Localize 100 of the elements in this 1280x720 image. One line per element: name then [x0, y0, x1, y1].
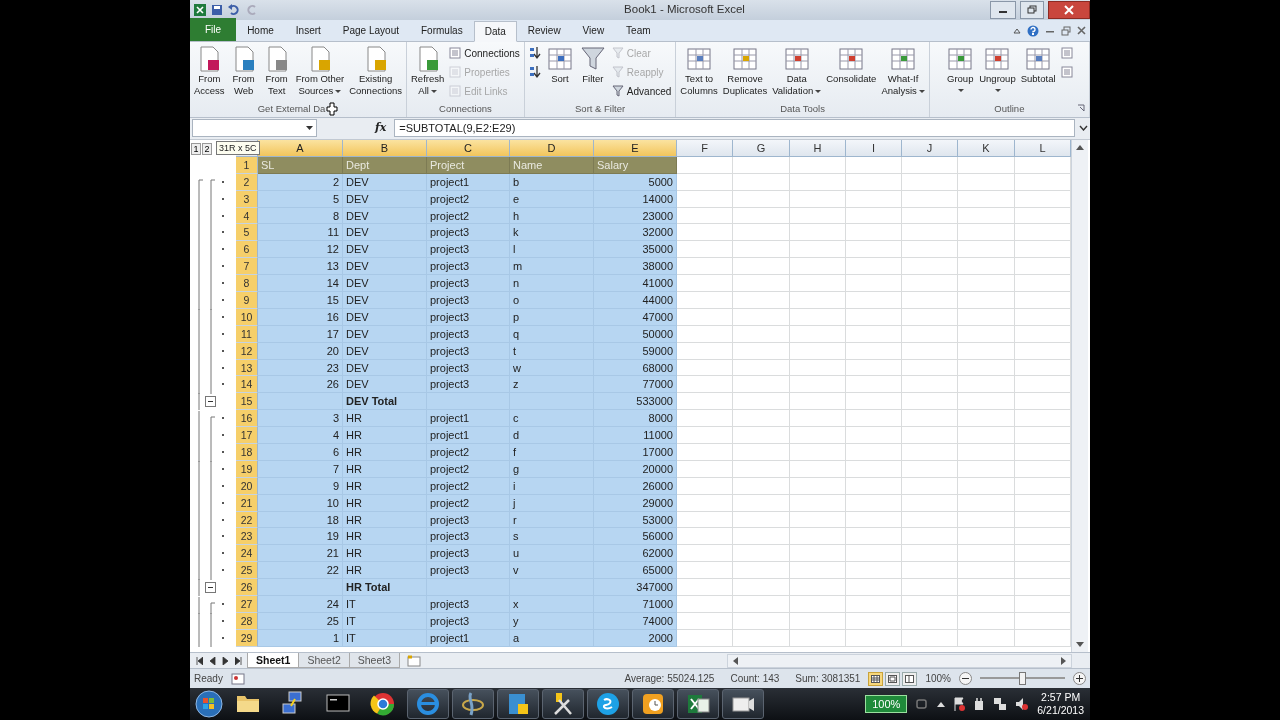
table-cell: [790, 325, 846, 343]
close-icon[interactable]: [1077, 26, 1086, 36]
table-cell: l: [510, 241, 594, 259]
ribbon-button[interactable]: From Other Sources: [293, 43, 347, 98]
ribbon-button[interactable]: Filter: [576, 43, 609, 86]
row-header[interactable]: 5: [236, 224, 258, 242]
minimize-button[interactable]: [990, 1, 1016, 19]
row-header[interactable]: 14: [236, 376, 258, 394]
restore-button[interactable]: [1020, 1, 1044, 19]
ribbon-tab[interactable]: Insert: [284, 19, 332, 41]
outline-level-button[interactable]: 2: [202, 142, 212, 155]
collapse-ribbon-icon[interactable]: [1013, 27, 1021, 34]
ribbon-tab[interactable]: Home: [236, 19, 285, 41]
zoom-in-button[interactable]: [1073, 672, 1086, 686]
table-cell: [846, 207, 902, 225]
taskbar-button[interactable]: [452, 689, 494, 719]
taskbar-button[interactable]: [542, 689, 584, 719]
ribbon-button[interactable]: Data Validation: [770, 43, 824, 98]
battery-indicator[interactable]: 100%: [865, 695, 908, 713]
collapse-button[interactable]: [205, 582, 216, 594]
start-button-icon[interactable]: [194, 689, 224, 719]
clock[interactable]: 2:57 PM 6/21/2013: [1037, 691, 1084, 717]
ribbon-button[interactable]: Connections: [447, 44, 522, 62]
collapse-button[interactable]: [205, 396, 216, 408]
sheet-previous-icon[interactable]: [209, 656, 216, 665]
power-icon[interactable]: [973, 697, 986, 711]
table-cell: [958, 342, 1015, 360]
vertical-scrollbar[interactable]: [1071, 139, 1088, 653]
ribbon-button[interactable]: What-If Analysis: [879, 43, 927, 98]
row-header[interactable]: 16: [236, 410, 258, 428]
close-button[interactable]: [1048, 1, 1090, 19]
ribbon-button[interactable]: Text to Columns: [678, 43, 720, 98]
macro-recording-icon[interactable]: [230, 672, 245, 685]
sheet-tab[interactable]: Sheet3: [348, 653, 400, 669]
speaker-icon[interactable]: [1015, 697, 1030, 711]
view-button[interactable]: [885, 671, 901, 686]
ribbon-tab[interactable]: View: [571, 19, 616, 41]
row-header[interactable]: 6: [236, 241, 258, 259]
row-header[interactable]: 26: [236, 579, 258, 596]
ribbon-tab[interactable]: Page Layout: [331, 19, 410, 41]
view-button[interactable]: [902, 671, 918, 686]
save-icon[interactable]: [211, 4, 223, 16]
taskbar-button[interactable]: [722, 689, 764, 719]
ribbon-button[interactable]: Advanced: [609, 82, 674, 100]
flag-icon[interactable]: [953, 697, 966, 711]
table-cell: [677, 308, 733, 326]
ribbon-button[interactable]: Sort: [543, 43, 576, 86]
ribbon-button[interactable]: Group: [944, 43, 977, 96]
row-header[interactable]: 23: [236, 528, 258, 546]
ribbon-button[interactable]: Ungroup: [977, 43, 1018, 96]
zoom-slider-thumb[interactable]: [1018, 672, 1026, 686]
table-cell: [733, 511, 790, 529]
row-header[interactable]: 17: [236, 427, 258, 444]
undo-icon[interactable]: [227, 4, 241, 16]
view-button[interactable]: [868, 671, 884, 686]
taskbar-button[interactable]: [497, 689, 539, 719]
sheet-first-icon[interactable]: [196, 656, 203, 665]
help-icon[interactable]: [1027, 24, 1039, 37]
sheet-tab[interactable]: Sheet1: [247, 653, 300, 669]
taskbar-button[interactable]: [587, 689, 629, 719]
ribbon-tab[interactable]: Formulas: [410, 19, 474, 41]
ribbon-button[interactable]: Subtotal: [1018, 43, 1058, 86]
zoom-out-button[interactable]: [959, 672, 972, 686]
row-header[interactable]: 15: [236, 393, 258, 411]
formula-field[interactable]: =SUBTOTAL(9,E2:E29): [394, 119, 1075, 138]
sheet-tab[interactable]: Sheet2: [298, 653, 350, 669]
table-cell: [733, 393, 790, 411]
ribbon-button[interactable]: From Text: [260, 43, 293, 98]
network-status-icon[interactable]: [993, 697, 1008, 711]
ribbon-button[interactable]: Refresh All: [409, 43, 447, 98]
taskbar-button[interactable]: [677, 689, 719, 719]
table-cell: [790, 443, 846, 461]
taskbar-button[interactable]: [632, 689, 674, 719]
ribbon-button[interactable]: From Access: [192, 43, 227, 98]
row-header[interactable]: 25: [236, 562, 258, 580]
ribbon-tab[interactable]: Data: [473, 20, 517, 42]
sheet-last-icon[interactable]: [235, 656, 242, 665]
ribbon-tab[interactable]: File: [190, 17, 237, 41]
sheet-next-icon[interactable]: [222, 656, 229, 665]
table-cell: 22: [258, 562, 343, 580]
table-cell: [846, 629, 902, 647]
function-label[interactable]: fx: [371, 120, 391, 137]
ribbon-button[interactable]: Consolidate: [824, 43, 879, 86]
horizontal-scrollbar[interactable]: [727, 653, 1072, 668]
table-cell: [846, 393, 902, 411]
row-header[interactable]: 8: [236, 275, 258, 292]
zoom-level[interactable]: 100%: [925, 671, 951, 687]
left-arrow-icon: [733, 656, 738, 665]
row-header[interactable]: 7: [236, 258, 258, 276]
ribbon-tab[interactable]: Review: [516, 19, 572, 41]
ribbon-button[interactable]: Existing Connections: [347, 43, 404, 98]
ribbon-tab[interactable]: Team: [615, 19, 662, 41]
ribbon-button[interactable]: Remove Duplicates: [720, 43, 770, 98]
ribbon-button[interactable]: From Web: [227, 43, 260, 98]
expand-icon[interactable]: [1079, 125, 1088, 132]
row-header[interactable]: 24: [236, 545, 258, 563]
tray-arrow-icon[interactable]: [937, 701, 946, 707]
restore-icon[interactable]: [1061, 25, 1071, 36]
outline-level-button[interactable]: 1: [191, 142, 201, 155]
table-cell: [846, 579, 902, 596]
